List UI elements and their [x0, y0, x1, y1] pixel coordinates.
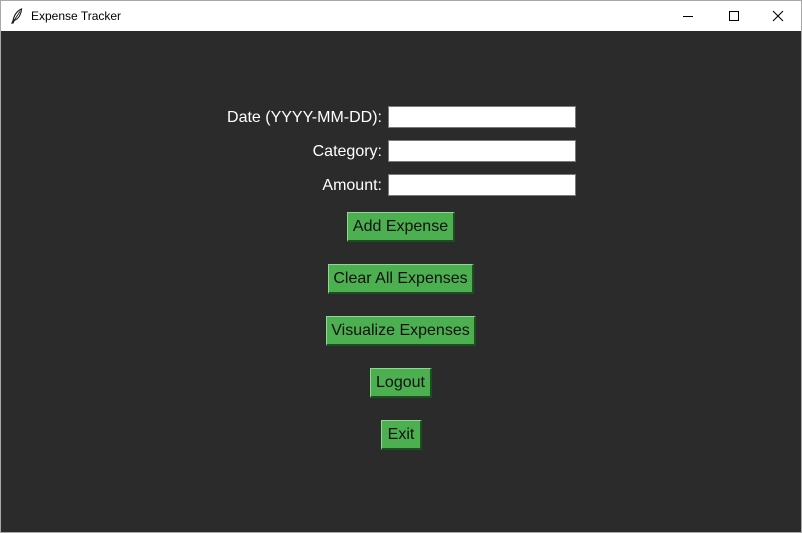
minimize-button[interactable] [665, 1, 711, 31]
amount-input[interactable] [388, 174, 576, 196]
clear-all-expenses-button[interactable]: Clear All Expenses [328, 264, 474, 294]
main-content: Date (YYYY-MM-DD): Category: Amount: Add… [1, 31, 801, 532]
category-label: Category: [312, 143, 382, 160]
exit-button[interactable]: Exit [381, 420, 422, 450]
logout-button[interactable]: Logout [370, 368, 432, 398]
title-bar[interactable]: Expense Tracker [1, 1, 801, 31]
close-button[interactable] [755, 1, 801, 31]
category-input[interactable] [388, 140, 576, 162]
minimize-icon [683, 16, 693, 17]
add-expense-button[interactable]: Add Expense [347, 212, 455, 242]
maximize-icon [729, 11, 739, 21]
visualize-expenses-button[interactable]: Visualize Expenses [326, 316, 476, 346]
window-title: Expense Tracker [31, 9, 122, 23]
feather-icon [11, 8, 23, 24]
maximize-button[interactable] [711, 1, 757, 31]
amount-label: Amount: [322, 177, 382, 194]
close-icon [772, 10, 784, 22]
date-label: Date (YYYY-MM-DD): [227, 109, 382, 126]
date-input[interactable] [388, 106, 576, 128]
app-window: Expense Tracker Date (YYYY-MM-DD): Categ… [0, 0, 802, 533]
